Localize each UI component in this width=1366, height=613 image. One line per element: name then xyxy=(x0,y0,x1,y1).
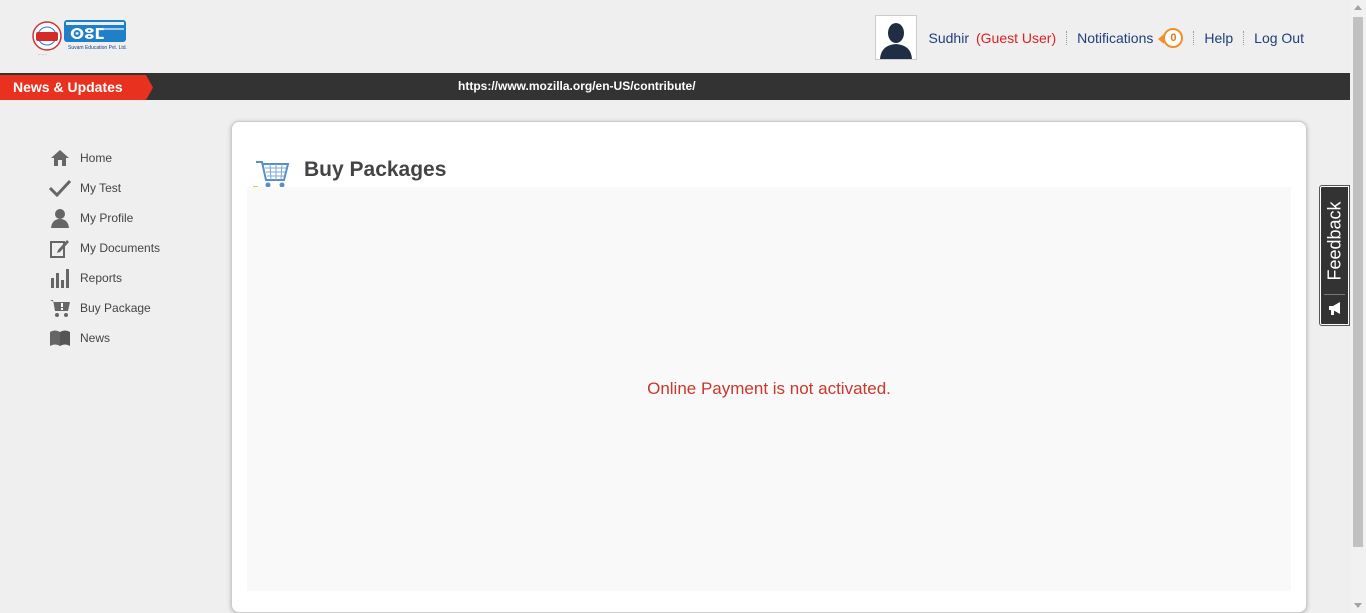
book-icon xyxy=(48,327,72,349)
sidebar-item-reports[interactable]: Reports xyxy=(48,263,218,293)
user-name: Sudhir xyxy=(928,29,969,46)
sidebar-item-my-test[interactable]: My Test xyxy=(48,173,218,203)
notification-count-badge[interactable]: 0 xyxy=(1158,27,1184,48)
shopping-cart-icon xyxy=(252,154,292,190)
cart-icon xyxy=(48,297,72,319)
sidebar-item-label: My Profile xyxy=(80,211,134,225)
sidebar-item-news[interactable]: News xyxy=(48,323,218,353)
sidebar-item-label: Buy Package xyxy=(80,301,151,315)
avatar[interactable] xyxy=(874,15,917,60)
sidebar: Home My Test My Profile My Documents Rep… xyxy=(48,143,218,353)
suvam-logo[interactable]: ⵙⵓⵎ ······· xyxy=(30,14,130,60)
help-link[interactable]: Help xyxy=(1204,30,1233,46)
scroll-down-arrow-icon[interactable] xyxy=(1354,603,1362,608)
home-icon xyxy=(48,147,72,169)
panel-body: Online Payment is not activated. xyxy=(247,187,1291,591)
sidebar-item-buy-package[interactable]: Buy Package xyxy=(48,293,218,323)
notifications-link[interactable]: Notifications xyxy=(1077,30,1153,46)
page-title: Buy Packages xyxy=(304,158,447,181)
logout-link[interactable]: Log Out xyxy=(1254,30,1304,46)
feedback-tab[interactable]: Feedback xyxy=(1319,185,1350,326)
news-updates-tag: News & Updates xyxy=(0,75,153,100)
sidebar-item-my-documents[interactable]: My Documents xyxy=(48,233,218,263)
main-panel: Buy Packages Online Payment is not activ… xyxy=(231,121,1307,613)
divider xyxy=(1193,30,1195,45)
sidebar-item-label: News xyxy=(80,331,111,345)
scroll-up-arrow-icon[interactable] xyxy=(1354,5,1362,10)
divider xyxy=(1066,30,1068,45)
sidebar-item-label: Reports xyxy=(80,271,123,285)
logo-subtitle: Suvam Education Pvt. Ltd. xyxy=(68,45,127,51)
sidebar-item-label: My Test xyxy=(80,181,122,195)
svg-text:ⵙⵓⵎ: ⵙⵓⵎ xyxy=(70,25,105,43)
bar-chart-icon xyxy=(48,267,72,289)
edit-document-icon xyxy=(48,237,72,259)
header: ⵙⵓⵎ ······· Suvam Education Pvt. Ltd. Su… xyxy=(0,0,1350,73)
megaphone-icon xyxy=(1327,300,1343,316)
scroll-thumb[interactable] xyxy=(1353,17,1363,547)
check-icon xyxy=(48,177,72,199)
divider xyxy=(1324,294,1345,295)
user-area: Sudhir (Guest User) Notifications 0 Help… xyxy=(874,15,1304,60)
sidebar-item-home[interactable]: Home xyxy=(48,143,218,173)
scrollbar[interactable] xyxy=(1350,0,1366,613)
news-bar: News & Updates https://www.mozilla.org/e… xyxy=(0,73,1350,100)
sidebar-item-my-profile[interactable]: My Profile xyxy=(48,203,218,233)
sidebar-item-label: Home xyxy=(80,151,113,165)
user-role: (Guest User) xyxy=(975,29,1057,46)
svg-text:·······: ······· xyxy=(38,52,47,57)
user-icon xyxy=(48,207,72,229)
payment-status-message: Online Payment is not activated. xyxy=(647,379,891,398)
sidebar-item-label: My Documents xyxy=(80,241,161,255)
news-ticker[interactable]: https://www.mozilla.org/en-US/contribute… xyxy=(458,73,696,100)
divider xyxy=(1243,30,1245,45)
feedback-label: Feedback xyxy=(1324,201,1344,281)
